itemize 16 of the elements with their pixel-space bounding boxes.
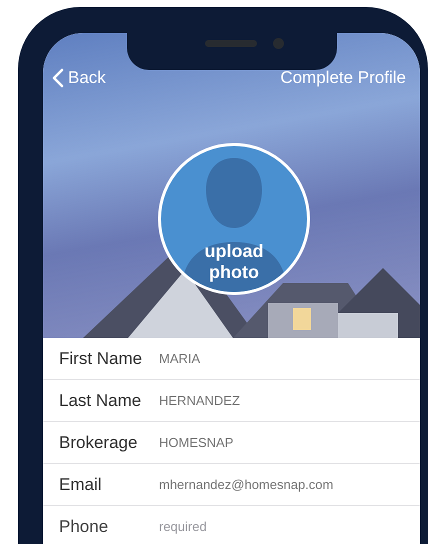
input-field[interactable]: required [159,516,420,536]
page-title: Complete Profile [280,67,406,89]
field-label: First Name [59,348,144,370]
back-chevron-icon [52,68,64,88]
input-field[interactable]: MARIA [159,348,420,368]
back-button[interactable]: Back [52,65,106,90]
field-label: Last Name [59,390,142,412]
input-field[interactable]: mhernandez@homesnap.com [159,474,420,494]
input-field[interactable]: HERNANDEZ [159,390,420,410]
speaker-grille [205,40,257,47]
field-label: Email [59,474,103,496]
field-label: Brokerage [59,432,138,454]
upload-photo-button[interactable]: upload photo [158,143,310,295]
input-field[interactable]: HOMESNAP [159,432,420,452]
camera-dot [273,38,284,49]
field-label: Phone [59,516,110,538]
